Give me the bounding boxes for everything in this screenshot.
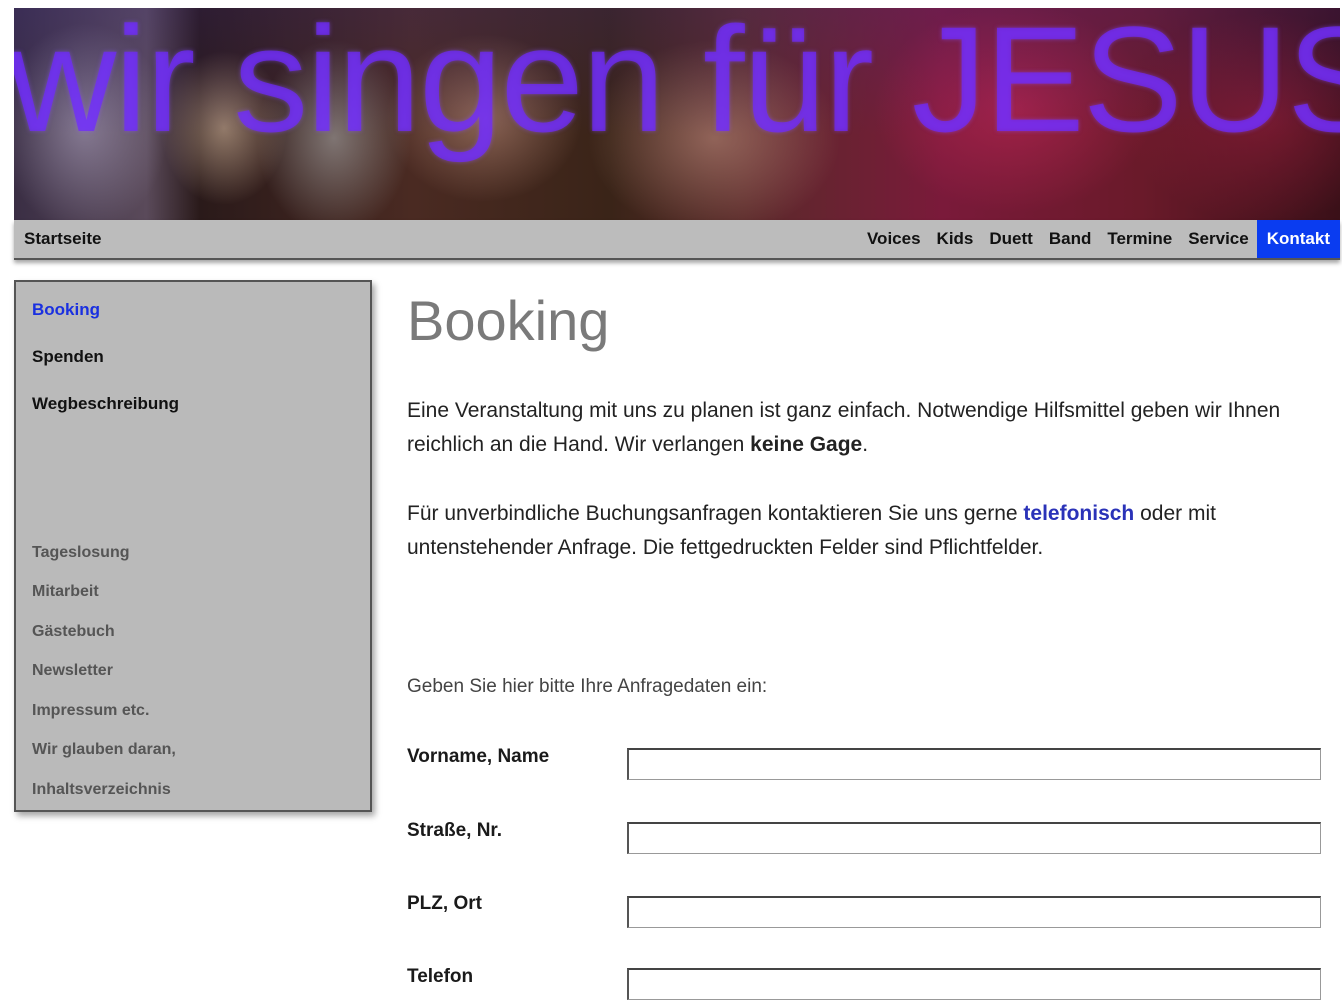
nav-item-band[interactable]: Band <box>1041 220 1100 258</box>
phone-label: Telefon <box>407 966 474 987</box>
nav-item-duett[interactable]: Duett <box>981 220 1040 258</box>
nav-item-voices[interactable]: Voices <box>859 220 929 258</box>
name-input[interactable] <box>627 748 1321 780</box>
street-label: Straße, Nr. <box>407 820 503 841</box>
intro-text-end: . <box>862 433 869 456</box>
header-banner: wir singen für JESUS <box>14 8 1340 220</box>
phone-link[interactable]: telefonisch <box>1023 502 1134 525</box>
page-title: Booking <box>407 289 610 352</box>
nav-home-link[interactable]: Startseite <box>24 220 101 258</box>
nav-item-kids[interactable]: Kids <box>929 220 982 258</box>
sidebar: Booking Spenden Wegbeschreibung Tageslos… <box>14 280 372 812</box>
name-label: Vorname, Name <box>407 746 550 767</box>
sidebar-item-inhaltsverzeichnis[interactable]: Inhaltsverzeichnis <box>32 781 171 799</box>
sidebar-item-impressum[interactable]: Impressum etc. <box>32 702 149 720</box>
banner-slogan: wir singen für JESUS <box>14 8 1340 163</box>
nav-item-termine[interactable]: Termine <box>1099 220 1180 258</box>
sidebar-item-wegbeschreibung[interactable]: Wegbeschreibung <box>32 394 179 414</box>
sidebar-item-spenden[interactable]: Spenden <box>32 347 104 367</box>
zip-city-input[interactable] <box>627 896 1321 928</box>
nav-item-kontakt[interactable]: Kontakt <box>1256 220 1340 258</box>
sidebar-item-mitarbeit[interactable]: Mitarbeit <box>32 583 99 601</box>
sidebar-item-tageslosung[interactable]: Tageslosung <box>32 544 130 562</box>
sidebar-item-newsletter[interactable]: Newsletter <box>32 662 113 680</box>
sidebar-item-booking[interactable]: Booking <box>32 300 100 320</box>
street-input[interactable] <box>627 822 1321 854</box>
intro-paragraph: Eine Veranstaltung mit uns zu planen ist… <box>407 394 1327 462</box>
sidebar-item-wir-glauben[interactable]: Wir glauben daran, <box>32 741 176 759</box>
booking-text: Für unverbindliche Buchungsanfragen kont… <box>407 502 1024 525</box>
phone-input[interactable] <box>627 968 1321 1000</box>
booking-paragraph: Für unverbindliche Buchungsanfragen kont… <box>407 497 1327 565</box>
form-intro: Geben Sie hier bitte Ihre Anfragedaten e… <box>407 676 768 697</box>
sidebar-item-gaestebuch[interactable]: Gästebuch <box>32 623 115 641</box>
no-fee-emphasis: keine Gage <box>750 433 863 456</box>
zip-city-label: PLZ, Ort <box>407 893 482 914</box>
nav-item-service[interactable]: Service <box>1180 220 1257 258</box>
top-nav-links: Voices Kids Duett Band Termine Service K… <box>859 220 1340 258</box>
top-nav: Startseite Voices Kids Duett Band Termin… <box>14 220 1340 260</box>
